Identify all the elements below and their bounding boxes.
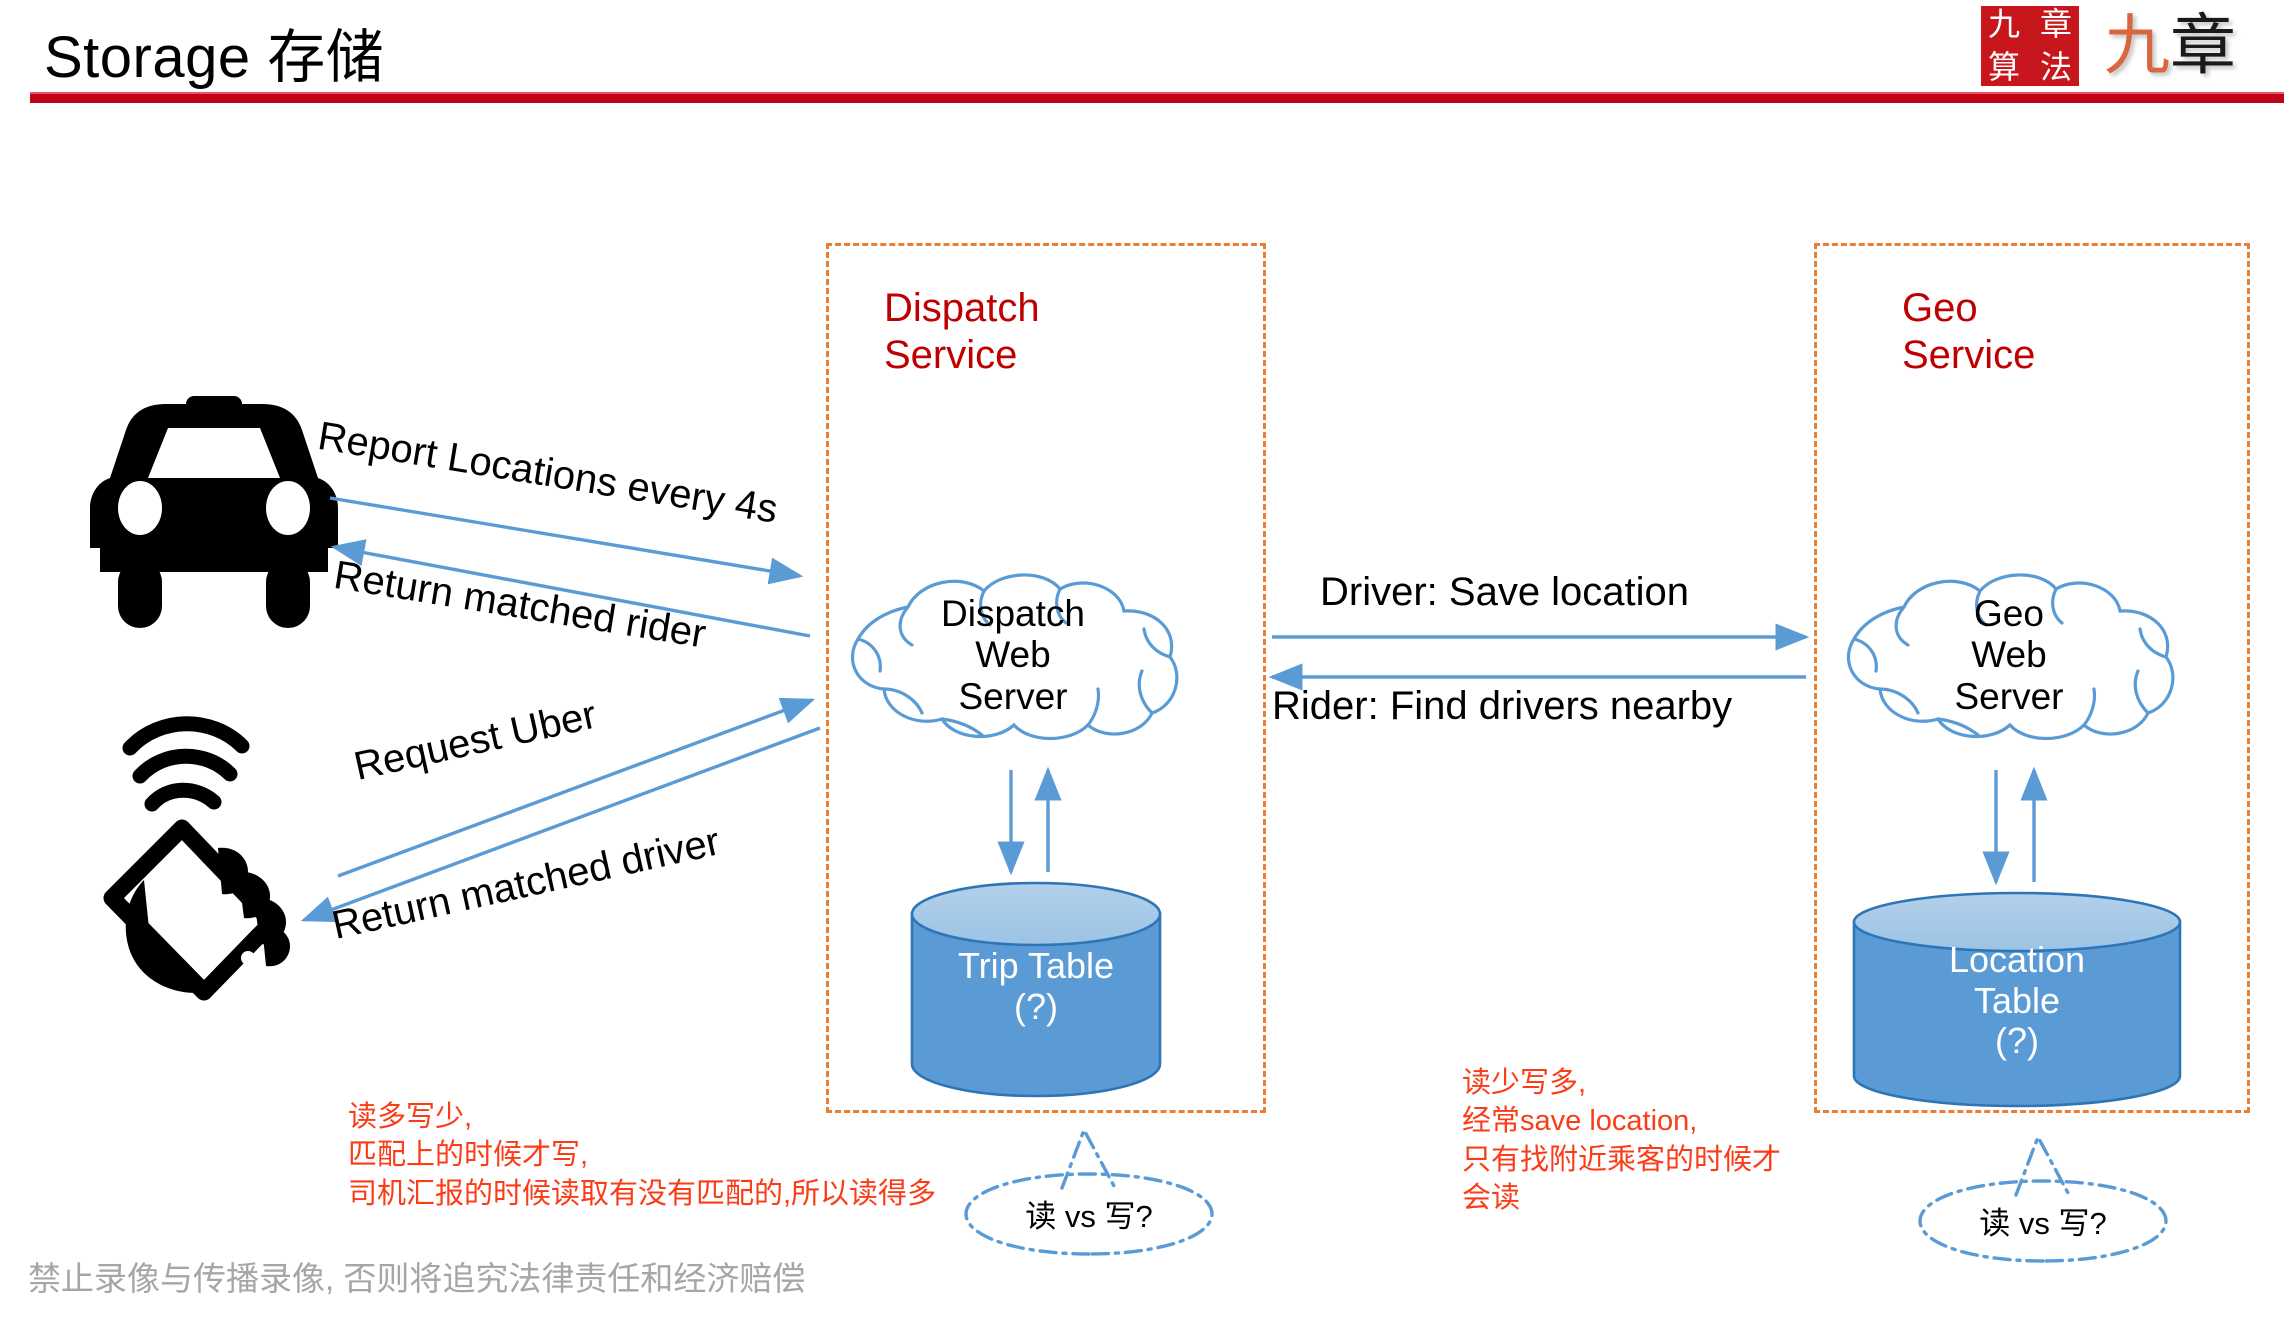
taxi-car-icon bbox=[90, 396, 338, 628]
edge-label-report-locations: Report Locations every 4s bbox=[314, 414, 781, 532]
geo-web-server-node: Geo Web Server bbox=[1808, 565, 2210, 745]
dispatch-read-write-note: 读多写少, 匹配上的时候才写, 司机汇报的时候读取有没有匹配的,所以读得多 bbox=[348, 1101, 937, 1210]
callout-bubble-icon bbox=[1918, 1132, 2168, 1263]
wordmark-char-1: 九 bbox=[2104, 7, 2170, 84]
wordmark-char-2: 章 bbox=[2170, 7, 2236, 84]
cloud-icon bbox=[1846, 573, 2175, 741]
edge-label-request-uber: Request Uber bbox=[350, 692, 601, 789]
dispatch-web-server-node: Dispatch Web Server bbox=[812, 565, 1214, 745]
edge-label-return-matched-driver: Return matched driver bbox=[328, 819, 724, 948]
edge-label-driver-save-location: Driver: Save location bbox=[1320, 570, 1690, 614]
location-table-database: Location Table (?) bbox=[1850, 890, 2184, 1110]
title-divider bbox=[30, 92, 2284, 103]
database-cylinder-icon bbox=[1852, 891, 2182, 1108]
geo-read-write-note: 读少写多, 经常save location, 只有找附近乘客的时候才 会读 bbox=[1462, 1067, 1782, 1214]
brand-wordmark: 九章 bbox=[2104, 13, 2236, 79]
dispatch-read-write-callout: 读 vs 写? bbox=[944, 1125, 1234, 1266]
edge-label-rider-find-drivers: Rider: Find drivers nearby bbox=[1272, 684, 1733, 728]
seal-char-4: 法 bbox=[2039, 48, 2072, 87]
trip-table-database: Trip Table (?) bbox=[908, 880, 1164, 1098]
seal-logo-icon: 九 章 算 法 bbox=[1978, 3, 2082, 89]
geo-service-title: Geo Service bbox=[1902, 286, 2036, 378]
copyright-notice: 禁止录像与传播录像, 否则将追究法律责任和经济赔偿 bbox=[28, 1260, 806, 1297]
dispatch-db-link bbox=[990, 765, 1080, 875]
edge-label-return-matched-rider: Return matched rider bbox=[330, 553, 709, 657]
geo-db-link bbox=[1972, 765, 2062, 885]
seal-char-2: 章 bbox=[2039, 5, 2072, 44]
dispatch-service-title: Dispatch Service bbox=[884, 286, 1040, 378]
database-cylinder-icon bbox=[910, 881, 1162, 1098]
seal-char-1: 九 bbox=[1987, 5, 2020, 44]
page-title: Storage 存储 bbox=[44, 25, 385, 90]
geo-read-write-callout: 读 vs 写? bbox=[1898, 1132, 2188, 1273]
brand-logo: 九 章 算 法 九章 bbox=[1950, 0, 2296, 92]
cloud-icon bbox=[850, 573, 1179, 741]
seal-char-3: 算 bbox=[1987, 48, 2020, 87]
callout-bubble-icon bbox=[964, 1125, 1214, 1256]
hand-holding-phone-icon bbox=[103, 716, 290, 1001]
